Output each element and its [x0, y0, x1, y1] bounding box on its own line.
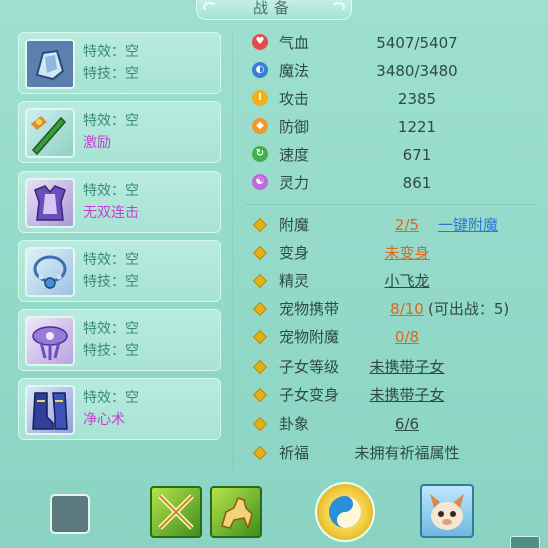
- attr-value: 未拥有祈福属性: [354, 444, 460, 462]
- attr-value[interactable]: 未携带子女: [352, 384, 462, 406]
- attr-label: 精灵: [279, 272, 310, 290]
- belt-icon[interactable]: [25, 316, 75, 366]
- stat-label: 气血: [279, 34, 310, 52]
- title-text: 战备: [252, 0, 295, 17]
- equipment-slot-belt[interactable]: 特效：空 特技：空: [18, 309, 221, 371]
- horse-icon[interactable]: [210, 486, 262, 538]
- diamond-bullet-icon: [252, 416, 268, 432]
- diamond-bullet-icon: [252, 387, 268, 403]
- stat-label: 魔法: [279, 62, 310, 80]
- equipment-skill: 净心术: [83, 412, 125, 428]
- diamond-bullet-icon: [252, 273, 268, 289]
- bottom-bar: [0, 474, 548, 548]
- equipment-effect: 特效：空: [83, 321, 139, 337]
- attr-child-level: 子女等级 未携带子女: [252, 356, 542, 378]
- attr-value[interactable]: 小飞龙: [352, 270, 462, 292]
- pet-battle-count: (可出战：5): [428, 300, 510, 318]
- attr-label: 子女等级: [279, 358, 340, 376]
- equipment-slot-weapon[interactable]: 特效：空 激励: [18, 101, 221, 163]
- equipment-effect: 特效：空: [83, 183, 139, 199]
- attr-blessing: 祈福 未拥有祈福属性: [252, 442, 542, 464]
- necklace-icon[interactable]: [25, 247, 75, 297]
- pet-avatar-icon[interactable]: [420, 484, 474, 538]
- attr-label: 宠物附魔: [279, 328, 340, 346]
- mana-icon: ◐: [252, 62, 268, 78]
- defense-icon: ◆: [252, 118, 268, 134]
- armor-icon[interactable]: [25, 178, 75, 228]
- attr-child-transform: 子女变身 未携带子女: [252, 384, 542, 406]
- attr-transform: 变身 未变身: [252, 242, 542, 264]
- stat-speed: ↻ 速度 671: [252, 144, 532, 166]
- equipment-slot-necklace[interactable]: 特效：空 特技：空: [18, 240, 221, 302]
- attr-label: 卦象: [279, 415, 310, 433]
- spirit-icon: ☯: [252, 174, 268, 190]
- attr-label: 子女变身: [279, 386, 340, 404]
- stat-label: 灵力: [279, 174, 310, 192]
- equipment-skill: 特技：空: [83, 343, 139, 359]
- stat-value: 671: [402, 146, 432, 164]
- attr-value[interactable]: 0/8: [352, 326, 462, 348]
- stat-value: 3480/3480: [376, 62, 458, 80]
- stat-attack: ! 攻击 2385: [252, 88, 532, 110]
- stat-spirit: ☯ 灵力 861: [252, 172, 532, 194]
- equipment-skill: 特技：空: [83, 66, 139, 82]
- crossed-swords-icon[interactable]: [150, 486, 202, 538]
- title-ornament-left: [203, 2, 217, 12]
- yin-yang-icon[interactable]: [315, 482, 375, 542]
- stat-value: 2385: [397, 90, 437, 108]
- attr-label: 附魔: [279, 216, 310, 234]
- stat-value: 861: [402, 174, 432, 192]
- equipment-effect: 特效：空: [83, 390, 139, 406]
- attr-value[interactable]: 未携带子女: [352, 356, 462, 378]
- attr-value[interactable]: 6/6: [352, 413, 462, 435]
- attack-icon: !: [252, 90, 268, 106]
- stat-value: 5407/5407: [376, 34, 458, 52]
- panel-title: 战备: [196, 0, 352, 20]
- equipment-slot-armor[interactable]: 特效：空 无双连击: [18, 171, 221, 233]
- equipment-effect: 特效：空: [83, 252, 139, 268]
- section-divider: [246, 204, 536, 205]
- attr-sprite: 精灵 小飞龙: [252, 270, 542, 292]
- stat-hp: ♥ 气血 5407/5407: [252, 32, 532, 54]
- equipment-slot-boots[interactable]: 特效：空 净心术: [18, 378, 221, 440]
- diamond-bullet-icon: [252, 329, 268, 345]
- sword-icon[interactable]: [25, 108, 75, 158]
- stat-defense: ◆ 防御 1221: [252, 116, 532, 138]
- equipment-slot-helmet[interactable]: 特效：空 特技：空: [18, 32, 221, 94]
- attr-hexagram: 卦象 6/6: [252, 413, 542, 435]
- stat-label: 防御: [279, 118, 310, 136]
- column-divider: [232, 30, 233, 470]
- corner-tab-button[interactable]: [510, 536, 540, 548]
- diamond-bullet-icon: [252, 445, 268, 461]
- stat-label: 攻击: [279, 90, 310, 108]
- diamond-bullet-icon: [252, 245, 268, 261]
- attr-pet-enchant: 宠物附魔 0/8: [252, 326, 542, 348]
- title-ornament-right: [331, 2, 345, 12]
- one-click-enchant-link[interactable]: 一键附魔: [438, 214, 498, 236]
- stat-mp: ◐ 魔法 3480/3480: [252, 60, 532, 82]
- helmet-icon[interactable]: [25, 39, 75, 89]
- diamond-bullet-icon: [252, 359, 268, 375]
- empty-slot-icon[interactable]: [50, 494, 90, 534]
- attr-label: 变身: [279, 244, 310, 262]
- attr-pet-carry: 宠物携带 8/10 (可出战：5): [252, 298, 542, 320]
- equipment-effect: 特效：空: [83, 44, 139, 60]
- attr-label: 宠物携带: [279, 300, 340, 318]
- equipment-skill: 无双连击: [83, 205, 139, 221]
- diamond-bullet-icon: [252, 217, 268, 233]
- diamond-bullet-icon: [252, 301, 268, 317]
- equipment-skill: 特技：空: [83, 274, 139, 290]
- attr-enchant: 附魔 2/5 一键附魔: [252, 214, 542, 236]
- attr-value[interactable]: 未变身: [352, 242, 462, 264]
- stat-value: 1221: [397, 118, 437, 136]
- stat-label: 速度: [279, 146, 310, 164]
- boots-icon[interactable]: [25, 385, 75, 435]
- speed-icon: ↻: [252, 146, 268, 162]
- heart-icon: ♥: [252, 34, 268, 50]
- equipment-skill: 激励: [83, 135, 111, 151]
- attr-label: 祈福: [279, 444, 310, 462]
- equipment-effect: 特效：空: [83, 113, 139, 129]
- battle-prep-panel: 战备 特效：空 特技：空 特效：空 激励 特效：空 无双连击 特效：空 特技：空: [0, 0, 548, 548]
